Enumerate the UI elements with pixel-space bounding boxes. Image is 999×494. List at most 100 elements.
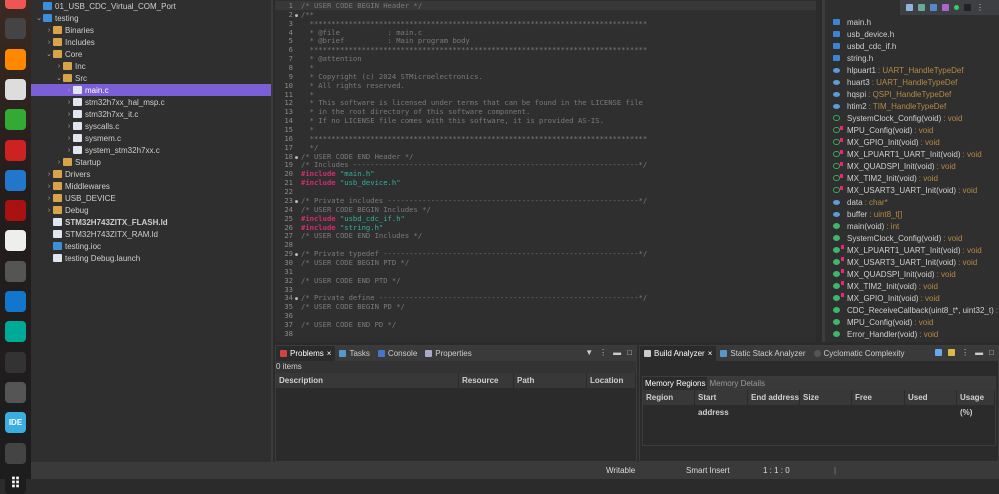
chevron-right-icon[interactable]: › — [45, 195, 53, 202]
code-line[interactable]: 17 */ — [275, 143, 816, 152]
hide-static-icon[interactable] — [942, 4, 949, 11]
chevron-right-icon[interactable]: › — [45, 27, 53, 34]
outline-item[interactable]: MX_GPIO_Init(void): void — [833, 292, 940, 304]
code-line[interactable]: 32 /* USER CODE END PTD */ — [275, 276, 816, 285]
hide-fields-icon[interactable] — [930, 4, 937, 11]
chevron-right-icon[interactable]: › — [65, 135, 73, 142]
column-size[interactable]: Size — [800, 390, 852, 405]
outline-item[interactable]: main.h — [833, 16, 871, 28]
tree-item[interactable]: › Debug — [31, 204, 271, 216]
code-line[interactable]: 9 * Copyright (c) 2024 STMicroelectronic… — [275, 72, 816, 81]
sort-icon[interactable] — [918, 4, 925, 11]
close-icon[interactable]: × — [708, 349, 713, 358]
outline-item[interactable]: Error_Handler(void): void — [833, 328, 938, 340]
tree-item[interactable]: › main.c — [31, 84, 271, 96]
column-end-address[interactable]: End address — [748, 390, 800, 405]
chevron-right-icon[interactable]: › — [65, 123, 73, 130]
column-usage[interactable]: Usage (%) — [957, 390, 995, 417]
hide-nonpublic-icon[interactable] — [954, 5, 959, 10]
code-line[interactable]: 14 * If no LICENSE file comes with this … — [275, 116, 816, 125]
chevron-down-icon[interactable]: ⌄ — [35, 14, 43, 22]
outline-item[interactable]: main(void): int — [833, 220, 899, 232]
vlc-icon[interactable] — [5, 48, 26, 70]
tree-item[interactable]: › Startup — [31, 156, 271, 168]
tree-item[interactable]: STM32H743ZITX_RAM.ld — [31, 228, 271, 240]
outline-item[interactable]: htim2: TIM_HandleTypeDef — [833, 100, 946, 112]
maximize-icon[interactable]: □ — [627, 348, 632, 357]
terminal-icon[interactable] — [5, 18, 26, 40]
libreoffice-calc-icon[interactable] — [5, 109, 26, 131]
code-line[interactable]: 37 /* USER CODE END PD */ — [275, 320, 816, 329]
view-menu-icon[interactable]: ⋮ — [961, 348, 969, 357]
tab-static-stack-analyzer[interactable]: Static Stack Analyzer — [716, 346, 809, 361]
tree-item[interactable]: › Binaries — [31, 24, 271, 36]
chevron-right-icon[interactable]: › — [65, 147, 73, 154]
chevron-right-icon[interactable]: › — [45, 207, 53, 214]
code-line[interactable]: 4 * @file : main.c — [275, 28, 816, 37]
collapse-all-icon[interactable] — [906, 4, 913, 11]
remmina-icon[interactable] — [5, 169, 26, 191]
tab-console[interactable]: Console — [374, 346, 421, 361]
code-line[interactable]: 18 ●/* USER CODE END Header */ — [275, 152, 816, 161]
outline-item[interactable]: string.h — [833, 52, 873, 64]
tree-item[interactable]: ⌄ Core — [31, 48, 271, 60]
tree-item[interactable]: › Middlewares — [31, 180, 271, 192]
code-line[interactable]: 20 #include "main.h" — [275, 169, 816, 178]
code-line[interactable]: 31 — [275, 267, 816, 276]
view-menu-icon[interactable]: ⋮ — [976, 3, 984, 12]
vscode-icon[interactable] — [5, 291, 26, 312]
code-line[interactable]: 16 *************************************… — [275, 134, 816, 143]
tab-problems[interactable]: Problems × — [276, 346, 336, 361]
outline-item[interactable]: MX_LPUART1_UART_Init(void): void — [833, 148, 982, 160]
code-line[interactable]: 28 — [275, 240, 816, 249]
tree-item[interactable]: › stm32h7xx_it.c — [31, 108, 271, 120]
tree-item[interactable]: › stm32h7xx_hal_msp.c — [31, 96, 271, 108]
calculator-icon[interactable] — [5, 260, 26, 282]
chevron-right-icon[interactable]: › — [65, 87, 73, 94]
tree-item[interactable]: › USB_DEVICE — [31, 192, 271, 204]
close-icon[interactable]: × — [327, 349, 332, 358]
outline-item[interactable]: SystemClock_Config(void): void — [833, 232, 962, 244]
code-line[interactable]: 10 * All rights reserved. — [275, 81, 816, 90]
text-editor-icon[interactable] — [5, 230, 26, 252]
code-line[interactable]: 6 **************************************… — [275, 45, 816, 54]
code-line[interactable]: 27 /* USER CODE END Includes */ — [275, 231, 816, 240]
apps-grid-icon[interactable]: ⠿ — [5, 472, 26, 494]
outline-item[interactable]: MX_QUADSPI_Init(void): void — [833, 268, 956, 280]
terminal-2-icon[interactable] — [5, 351, 26, 373]
code-line[interactable]: 15 * — [275, 125, 816, 134]
code-line[interactable]: 7 * @attention — [275, 54, 816, 63]
code-line[interactable]: 33 — [275, 285, 816, 294]
column-used[interactable]: Used — [905, 390, 957, 405]
chevron-right-icon[interactable]: › — [55, 159, 63, 166]
tab-tasks[interactable]: Tasks — [335, 346, 373, 361]
firefox-icon[interactable] — [5, 0, 26, 9]
tab-build-analyzer[interactable]: Build Analyzer × — [640, 346, 717, 361]
tree-item[interactable]: ⌄ testing — [31, 12, 271, 24]
outline-item[interactable]: huart3: UART_HandleTypeDef — [833, 76, 957, 88]
view-menu-icon[interactable]: ⋮ — [599, 348, 607, 357]
filezilla-icon[interactable] — [5, 200, 26, 222]
column-resource[interactable]: Resource — [459, 373, 514, 388]
tab-memory-details[interactable]: Memory Details — [707, 379, 767, 388]
outline-item[interactable]: MX_QUADSPI_Init(void): void — [833, 160, 956, 172]
outline-item[interactable]: CDC_ReceiveCallback(uint8_t*, uint32_t):… — [833, 304, 999, 316]
code-line[interactable]: 2 ●/** — [275, 10, 816, 19]
code-line[interactable]: 3 **************************************… — [275, 19, 816, 28]
tree-item[interactable]: ⌄ Src — [31, 72, 271, 84]
outline-item[interactable]: MX_TIM2_Init(void): void — [833, 172, 938, 184]
minimize-icon[interactable]: ▬ — [613, 348, 621, 357]
tree-item[interactable]: › sysmem.c — [31, 132, 271, 144]
refresh-icon[interactable] — [935, 349, 943, 356]
tree-item[interactable]: testing Debug.launch — [31, 252, 271, 264]
outline-item[interactable]: SystemClock_Config(void): void — [833, 112, 962, 124]
chevron-right-icon[interactable]: › — [45, 183, 53, 190]
column-start-address[interactable]: Start address — [695, 390, 748, 417]
code-line[interactable]: 30 /* USER CODE BEGIN PTD */ — [275, 258, 816, 267]
outline-item[interactable]: hlpuart1: UART_HandleTypeDef — [833, 64, 964, 76]
outline-item[interactable]: hqspi: QSPI_HandleTypeDef — [833, 88, 951, 100]
code-line[interactable]: 25 #include "usbd_cdc_if.h" — [275, 214, 816, 223]
code-line[interactable]: 13 * in the root directory of this softw… — [275, 107, 816, 116]
minimize-icon[interactable]: ▬ — [975, 348, 983, 357]
arduino-icon[interactable] — [5, 321, 26, 343]
